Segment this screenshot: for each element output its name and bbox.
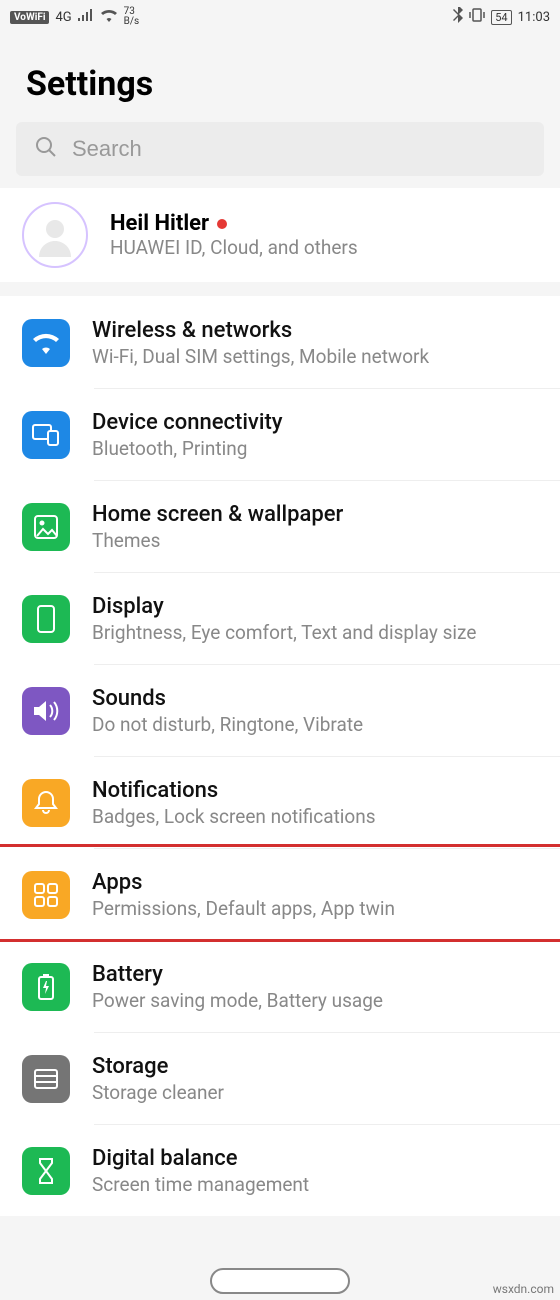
bell-icon: [22, 779, 70, 827]
net-speed-unit: B/s: [124, 17, 140, 27]
row-title: Battery: [92, 962, 538, 987]
row-digital[interactable]: Digital balance Screen time management: [0, 1124, 560, 1216]
vibrate-icon: [469, 8, 485, 26]
row-sub: Screen time management: [92, 1173, 538, 1196]
search-input[interactable]: [72, 136, 526, 162]
avatar: [22, 202, 88, 268]
settings-list: Wireless & networks Wi-Fi, Dual SIM sett…: [0, 296, 560, 1216]
row-sub: Power saving mode, Battery usage: [92, 989, 538, 1012]
account-row[interactable]: Heil Hitler HUAWEI ID, Cloud, and others: [0, 188, 560, 282]
row-title: Sounds: [92, 686, 538, 711]
storage-icon: [22, 1055, 70, 1103]
devices-icon: [22, 411, 70, 459]
watermark: wsxdn.com: [493, 1282, 554, 1296]
wallpaper-icon: [22, 503, 70, 551]
hourglass-icon: [22, 1147, 70, 1195]
row-sub: Storage cleaner: [92, 1081, 538, 1104]
alert-dot-icon: [217, 219, 227, 229]
page-title: Settings: [0, 34, 560, 122]
row-battery[interactable]: Battery Power saving mode, Battery usage: [0, 940, 560, 1032]
bluetooth-icon: [453, 7, 463, 27]
wifi-icon: [100, 8, 118, 26]
row-storage[interactable]: Storage Storage cleaner: [0, 1032, 560, 1124]
search-icon: [34, 135, 58, 163]
search-field[interactable]: [16, 122, 544, 176]
row-wireless[interactable]: Wireless & networks Wi-Fi, Dual SIM sett…: [0, 296, 560, 388]
row-sub: Permissions, Default apps, App twin: [92, 897, 538, 920]
row-title: Home screen & wallpaper: [92, 502, 538, 527]
row-title: Notifications: [92, 778, 538, 803]
row-title: Display: [92, 594, 538, 619]
row-apps[interactable]: Apps Permissions, Default apps, App twin: [0, 848, 560, 940]
clock: 11:03: [518, 10, 550, 25]
row-sub: Badges, Lock screen notifications: [92, 805, 538, 828]
row-sub: Wi-Fi, Dual SIM settings, Mobile network: [92, 345, 538, 368]
network-type: 4G: [55, 10, 71, 25]
row-sub: Themes: [92, 529, 538, 552]
row-sub: Bluetooth, Printing: [92, 437, 538, 460]
row-home[interactable]: Home screen & wallpaper Themes: [0, 480, 560, 572]
display-icon: [22, 595, 70, 643]
row-sub: Do not disturb, Ringtone, Vibrate: [92, 713, 538, 736]
row-sub: Brightness, Eye comfort, Text and displa…: [92, 621, 538, 644]
row-title: Storage: [92, 1054, 538, 1079]
nav-pill[interactable]: [210, 1268, 350, 1294]
vowifi-indicator: VoWiFi: [10, 11, 49, 24]
row-title: Device connectivity: [92, 410, 538, 435]
status-bar: VoWiFi 4G 73 B/s 54 11:03: [0, 0, 560, 34]
row-title: Wireless & networks: [92, 318, 538, 343]
sound-icon: [22, 687, 70, 735]
account-name: Heil Hitler: [110, 211, 358, 236]
row-title: Digital balance: [92, 1146, 538, 1171]
signal-icon: [78, 9, 94, 25]
row-notifications[interactable]: Notifications Badges, Lock screen notifi…: [0, 756, 560, 848]
row-device[interactable]: Device connectivity Bluetooth, Printing: [0, 388, 560, 480]
account-sub: HUAWEI ID, Cloud, and others: [110, 236, 358, 259]
apps-icon: [22, 871, 70, 919]
row-title: Apps: [92, 870, 538, 895]
row-sounds[interactable]: Sounds Do not disturb, Ringtone, Vibrate: [0, 664, 560, 756]
row-display[interactable]: Display Brightness, Eye comfort, Text an…: [0, 572, 560, 664]
battery-indicator: 54: [491, 10, 511, 25]
battery-icon: [22, 963, 70, 1011]
wifi-icon: [22, 319, 70, 367]
